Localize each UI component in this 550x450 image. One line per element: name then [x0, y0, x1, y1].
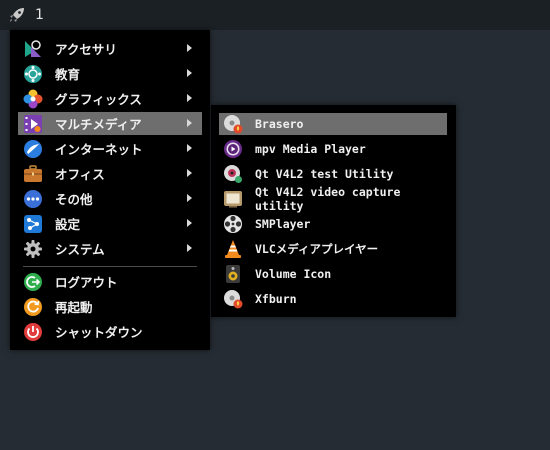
submenu-arrow-icon [187, 44, 192, 52]
menu-item-system[interactable]: システム [18, 237, 202, 260]
menu-item-label: アクセサリ [55, 42, 117, 57]
submenu-item-smplayer[interactable]: SMPlayer [219, 213, 447, 235]
menu-item-logout[interactable]: ログアウト [18, 270, 202, 293]
menu-item-label: シャットダウン [55, 325, 143, 340]
education-icon [23, 64, 43, 84]
qv4l2-icon [223, 164, 243, 184]
shutdown-icon [23, 322, 43, 342]
submenu-item-volume-icon[interactable]: Volume Icon [219, 263, 447, 285]
submenu-item-mpv[interactable]: mpv Media Player [219, 138, 447, 160]
submenu-item-brasero[interactable]: Brasero [219, 113, 447, 135]
menu-item-accessories[interactable]: アクセサリ [18, 37, 202, 60]
submenu-arrow-icon [187, 69, 192, 77]
submenu-item-label: Volume Icon [255, 267, 332, 281]
menu-item-label: ログアウト [55, 275, 118, 290]
settings-icon [23, 214, 43, 234]
menu-item-label: オフィス [55, 167, 105, 182]
submenu-item-label: SMPlayer [255, 217, 311, 231]
submenu-item-label: Qt V4L2 video capture utility [255, 185, 401, 213]
submenu-arrow-icon [187, 94, 192, 102]
vlc-icon [223, 239, 243, 259]
submenu-item-label: VLCメディアプレイヤー [255, 242, 379, 256]
top-panel: 1 [0, 0, 550, 30]
office-icon [23, 164, 43, 184]
internet-icon [23, 139, 43, 159]
menu-item-education[interactable]: 教育 [18, 62, 202, 85]
multimedia-icon [23, 114, 43, 134]
menu-item-label: 設定 [55, 217, 81, 232]
menu-separator [23, 266, 197, 267]
submenu-item-label: mpv Media Player [255, 142, 366, 156]
submenu-arrow-icon [187, 144, 192, 152]
submenu-arrow-icon [187, 169, 192, 177]
submenu-item-xfburn[interactable]: Xfburn [219, 288, 447, 310]
accessories-icon [23, 39, 43, 59]
application-menu: アクセサリ 教育 グラフィックス マルチメディア インターネット オフィス その… [10, 30, 210, 350]
smplayer-icon [223, 214, 243, 234]
menu-item-label: システム [55, 242, 105, 257]
rocket-icon[interactable] [8, 6, 26, 24]
menu-item-graphics[interactable]: グラフィックス [18, 87, 202, 110]
submenu-item-label: Brasero [255, 117, 304, 131]
menu-item-label: マルチメディア [55, 117, 142, 132]
menu-item-label: その他 [55, 192, 93, 207]
submenu-item-qvidcap[interactable]: Qt V4L2 video capture utility [219, 185, 447, 213]
submenu-item-label: Xfburn [255, 292, 297, 306]
menu-item-settings[interactable]: 設定 [18, 212, 202, 235]
menu-item-office[interactable]: オフィス [18, 162, 202, 185]
menu-item-shutdown[interactable]: シャットダウン [18, 320, 202, 343]
reboot-icon [23, 297, 43, 317]
submenu-item-vlc[interactable]: VLCメディアプレイヤー [219, 238, 447, 260]
other-icon [23, 189, 43, 209]
brasero-icon [223, 114, 243, 134]
graphics-icon [23, 89, 43, 109]
xfburn-icon [223, 289, 243, 309]
volume-icon [223, 264, 243, 284]
submenu-item-qv4l2[interactable]: Qt V4L2 test Utility [219, 163, 447, 185]
workspace-indicator[interactable]: 1 [35, 7, 44, 23]
menu-item-label: 再起動 [55, 300, 93, 315]
menu-item-label: グラフィックス [55, 92, 142, 107]
submenu-arrow-icon [187, 194, 192, 202]
submenu-arrow-icon [187, 219, 192, 227]
menu-item-reboot[interactable]: 再起動 [18, 295, 202, 318]
menu-item-internet[interactable]: インターネット [18, 137, 202, 160]
menu-item-label: 教育 [55, 67, 81, 82]
logout-icon [23, 272, 43, 292]
submenu-item-label: Qt V4L2 test Utility [255, 167, 394, 181]
submenu-arrow-icon [187, 244, 192, 252]
mpv-icon [223, 139, 243, 159]
system-icon [23, 239, 43, 259]
menu-item-multimedia[interactable]: マルチメディア [18, 112, 202, 135]
multimedia-submenu: Brasero mpv Media Player Qt V4L2 test Ut… [211, 105, 456, 317]
qvidcap-icon [223, 189, 243, 209]
submenu-arrow-icon [187, 119, 192, 127]
menu-item-other[interactable]: その他 [18, 187, 202, 210]
menu-item-label: インターネット [55, 142, 143, 157]
